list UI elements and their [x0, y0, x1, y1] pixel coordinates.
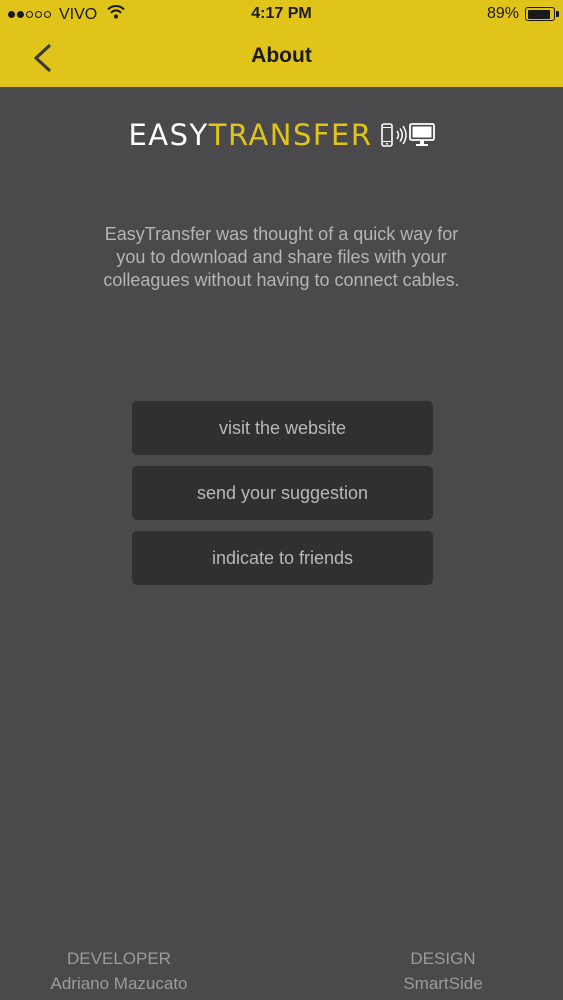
phone-icon [380, 123, 393, 147]
logo-easy: EASY [128, 118, 209, 152]
signal-waves-icon [395, 125, 407, 145]
design-name: SmartSide [403, 974, 483, 993]
page-title: About [251, 44, 312, 67]
battery-tip [556, 11, 559, 17]
monitor-icon [408, 123, 435, 146]
about-description: EasyTransfer was thought of a quick way … [103, 224, 460, 290]
status-bar: VIVO 4:17 PM 89% [0, 0, 563, 30]
developer-label: DEVELOPER [67, 949, 171, 968]
design-label: DESIGN [410, 949, 476, 968]
battery-icon [525, 7, 559, 21]
logo-devices [380, 123, 435, 147]
developer-credit: DEVELOPER Adriano Mazucato [40, 946, 198, 996]
logo-wordmark: EASYTRANSFER [128, 118, 372, 152]
developer-name: Adriano Mazucato [50, 974, 188, 993]
logo-transfer: TRANSFER [208, 118, 373, 152]
indicate-friends-button[interactable]: indicate to friends [132, 531, 433, 585]
app-logo: EASYTRANSFER [0, 118, 563, 152]
header: VIVO 4:17 PM 89% About [0, 0, 563, 87]
nav-bar: About [0, 30, 563, 87]
battery-percent: 89% [486, 5, 519, 22]
design-credit: DESIGN SmartSide [380, 946, 506, 996]
about-screen: VIVO 4:17 PM 89% About EASYTRANSFER Easy… [0, 0, 563, 1000]
battery-fill [527, 9, 550, 19]
visit-website-button[interactable]: visit the website [132, 401, 433, 455]
status-right: 89% [486, 5, 559, 23]
send-suggestion-button[interactable]: send your suggestion [132, 466, 433, 520]
status-time: 4:17 PM [251, 5, 312, 22]
